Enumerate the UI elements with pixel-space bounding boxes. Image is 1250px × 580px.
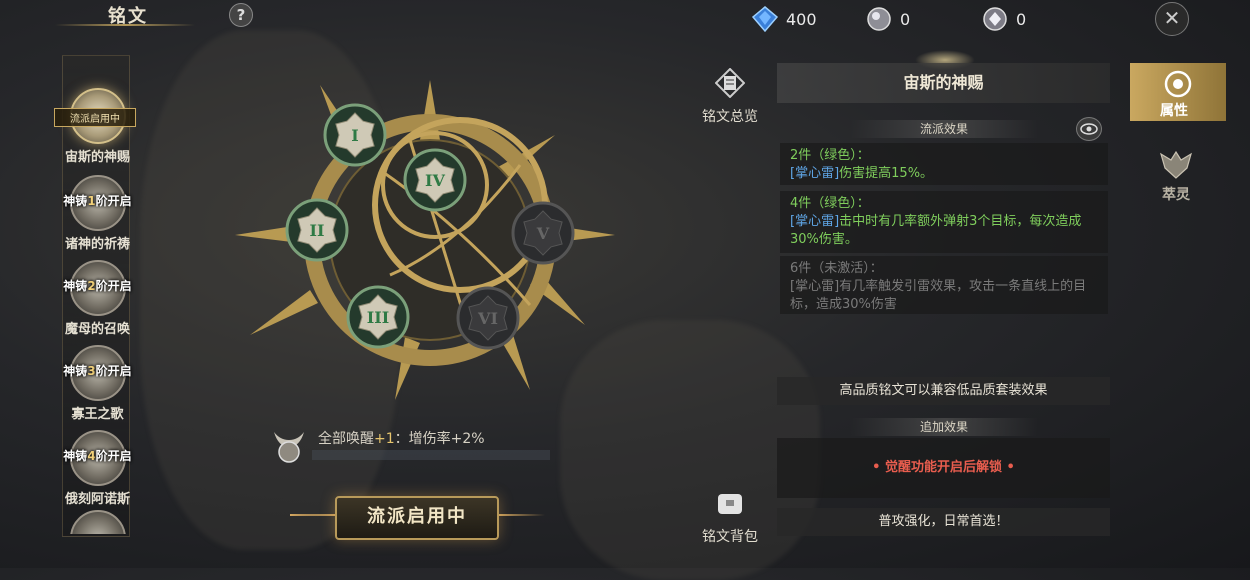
overview-label: 铭文总览 [702,109,758,125]
rune-slot-4[interactable]: IV [403,148,467,212]
book-icon [714,67,746,99]
silver-orb-icon [867,7,891,31]
extra-effect-header: 追加效果 [850,418,1038,436]
school-emblem-icon [69,510,126,534]
panel-title: 宙斯的神赐 [777,63,1110,103]
tab-attributes[interactable]: 属性 [1130,63,1226,121]
school-item-active[interactable]: 流派启用中 宙斯的神赐 [50,88,145,165]
rune-slot-label: V [536,224,550,243]
title-decoration [55,24,195,26]
silver-gem-icon [983,7,1007,31]
help-button[interactable]: ? [229,3,253,27]
school-item[interactable] [50,510,145,534]
footer-note: 普攻强化，日常首选！ [777,508,1110,536]
attribute-icon [1164,70,1192,98]
eye-toggle-button[interactable] [1076,117,1102,141]
school-name: 俄刻阿诺斯 [64,492,130,507]
rune-slot-2[interactable]: II [285,198,349,262]
rune-diagram: IIIIIIIVVVI [235,80,615,400]
close-button[interactable]: ✕ [1155,2,1189,36]
set-effect-4: 4件（绿色）： [掌心雷]击中时有几率额外弹射3个目标，每次造成30%伤害。 [780,191,1108,253]
awaken-bar [312,450,550,460]
tab-soul-label: 萃灵 [1162,187,1190,203]
rune-slot-5[interactable]: V [511,201,575,265]
currency-value: 0 [900,9,911,29]
currency-value: 0 [1016,9,1027,29]
awaken-bonus: 全部唤醒+1：增伤率+2% [318,431,485,447]
school-item[interactable]: 神铸3阶开启 寡王之歌 [50,345,145,422]
rune-slot-1[interactable]: I [323,103,387,167]
school-item[interactable]: 神铸1阶开启 诸神的祈祷 [50,175,145,252]
currency-orb: 0 [866,6,910,32]
rune-bag-button[interactable]: 铭文背包 [695,488,765,546]
tab-soul[interactable]: 萃灵 [1150,150,1202,204]
currency-crystal: 400 [752,6,817,32]
unlock-note: • 觉醒功能开启后解锁 • [777,438,1110,498]
lock-condition: 神铸1阶开启 [63,194,132,208]
rune-slot-label: VI [477,309,498,328]
bag-icon [718,494,742,514]
rune-slot-label: I [351,126,358,145]
school-name: 诸神的祈祷 [64,237,130,252]
blue-crystal-icon [752,6,778,32]
currency-value: 400 [786,9,817,29]
school-item[interactable]: 神铸2阶开启 魔母的召唤 [50,260,145,337]
eye-icon [1080,123,1098,135]
button-wing [290,514,340,516]
school-active-button[interactable]: 流派启用中 [335,496,499,540]
school-effect-header: 流派效果 [850,120,1038,138]
lock-condition: 神铸2阶开启 [63,279,132,293]
set-effect-6: 6件（未激活）： [掌心雷]有几率触发引雷效果，攻击一条直线上的目标，造成30%… [780,256,1108,314]
close-icon: ✕ [1163,6,1181,30]
currency-gem: 0 [982,6,1026,32]
rune-slot-label: IV [425,171,445,190]
school-item[interactable]: 神铸4阶开启 俄刻阿诺斯 [50,430,145,507]
school-name: 寡王之歌 [71,407,124,422]
rune-slot-6[interactable]: VI [456,286,520,350]
bag-label: 铭文背包 [702,529,758,545]
rune-slot-3[interactable]: III [346,285,410,349]
tab-attributes-label: 属性 [1160,103,1188,119]
school-name: 魔母的召唤 [64,322,130,337]
rune-overview-button[interactable]: 铭文总览 [695,67,765,126]
button-wing [495,514,545,516]
rune-slot-label: II [310,221,325,240]
wing-shield-icon [1160,150,1192,179]
school-name: 宙斯的神赐 [64,150,130,165]
active-tag: 流派启用中 [54,108,136,127]
horned-emblem-icon [274,432,304,463]
lock-condition: 神铸4阶开启 [63,449,132,463]
compat-note: 高品质铭文可以兼容低品质套装效果 [777,377,1110,405]
lock-condition: 神铸3阶开启 [63,364,132,378]
rune-slot-label: III [367,308,389,327]
set-effect-2: 2件（绿色）： [掌心雷]伤害提高15%。 [780,143,1108,185]
